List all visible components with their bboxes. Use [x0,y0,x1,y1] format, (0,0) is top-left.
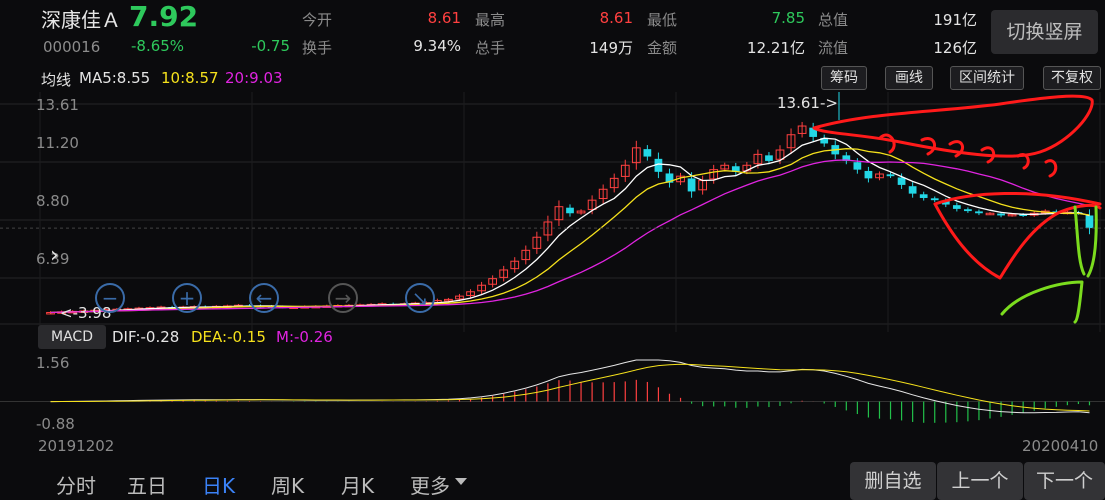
ma20-value: 20:9.03 [225,69,283,87]
chips-button[interactable]: 筹码 [821,66,867,90]
scribble-10 [1000,280,1084,324]
candle-body [566,207,574,214]
zoom-in-icon[interactable]: + [172,283,202,313]
low-label: 最低 [647,11,678,29]
turnover-label: 换手 [302,39,333,57]
y-tick-1: 11.20 [36,134,79,152]
open-label: 今开 [302,11,333,29]
reset-icon[interactable]: ↘ [405,283,435,313]
float-cap-label: 流值 [818,39,849,57]
y-tick-2: 8.80 [36,192,70,210]
candle-body [886,174,895,177]
start-date: 20191202 [38,437,115,455]
switch-portrait-button[interactable]: 切换竖屏 [991,10,1098,54]
quote-header: 深康佳Ａ 000016 7.92 -8.65% -0.75 今开 8.61 换手… [0,0,1105,62]
volume-value: 149万 [589,39,633,57]
next-stock-button[interactable]: 下一个 [1024,462,1105,500]
remove-watchlist-button[interactable]: 删自选 [850,462,936,500]
candle-body [908,186,917,194]
chevron-down-icon[interactable] [455,478,467,485]
candle-body [975,211,983,214]
amount-value: 12.21亿 [747,39,805,57]
high-value: 8.61 [599,9,633,27]
scribble-6 [1044,159,1058,178]
dea-value: DEA:-0.15 [191,328,266,346]
candle-body [964,209,972,212]
candle-body [765,155,773,161]
market-cap-label: 总值 [818,11,849,29]
open-value: 8.61 [427,9,461,27]
no-adjust-button[interactable]: 不复权 [1043,66,1101,90]
candle-body [687,178,696,192]
macd-y-bottom: -0.88 [36,415,75,433]
scribble-1 [878,133,896,154]
macd-chart[interactable] [0,350,1105,435]
percent-change: -8.65% [131,37,185,55]
low-value: 7.85 [771,9,805,27]
price-change: -0.75 [251,37,290,55]
period-monthly[interactable]: 月K [341,470,374,499]
period-more[interactable]: 更多 [410,470,450,499]
scribble-0 [812,94,1094,158]
kline-chart[interactable] [0,92,1105,332]
candle-body [997,213,1005,216]
kline-svg [0,92,1105,332]
y-tick-0: 13.61 [36,96,79,114]
candles [46,121,1094,315]
candle-body [643,149,652,157]
chevron-left-icon[interactable]: › [50,243,59,268]
ma10-value: 10:8.57 [161,69,219,87]
scroll-left-icon[interactable]: ← [249,283,279,313]
float-cap-value: 126亿 [933,39,977,57]
candle-body [919,194,928,198]
range-stats-button[interactable]: 区间统计 [950,66,1024,90]
stock-code: 000016 [43,38,101,56]
dif-value: DIF:-0.28 [112,328,180,346]
prev-stock-button[interactable]: 上一个 [937,462,1023,500]
macd-y-top: 1.56 [36,354,70,372]
turnover-value: 9.34% [413,37,461,55]
end-date: 20200410 [1022,437,1099,455]
high-marker: 13.61-> [777,94,838,112]
zoom-out-icon[interactable]: − [95,283,125,313]
macd-button[interactable]: MACD [38,325,106,349]
period-five-day[interactable]: 五日 [127,470,167,499]
ma20-line [50,159,1090,314]
period-weekly[interactable]: 周K [271,470,304,499]
current-price: 7.92 [129,0,199,33]
macd-m-value: M:-0.26 [276,328,333,346]
macd-svg [0,359,1105,423]
period-intraday[interactable]: 分时 [56,470,96,499]
candle-body [1085,215,1094,229]
candle-body [864,170,873,179]
period-daily[interactable]: 日K [202,470,235,499]
draw-line-button[interactable]: 画线 [885,66,933,90]
ma10-line [50,148,1090,314]
candle-body [930,198,939,201]
stock-name: 深康佳Ａ [41,8,121,32]
scribble-3 [948,140,965,158]
scroll-right-icon[interactable]: → [328,283,358,313]
candle-body [952,205,961,209]
candle-body [897,177,906,185]
market-cap-value: 191亿 [933,11,977,29]
amount-label: 金额 [647,39,678,57]
candle-body [853,162,862,170]
ma5-value: MA5:8.55 [79,69,151,87]
volume-label: 总手 [475,39,506,57]
high-label: 最高 [475,11,506,29]
ma-label: 均线 [41,71,72,89]
ma-legend: 均线 MA5:8.55 10:8.57 20:9.03 [0,64,1105,92]
